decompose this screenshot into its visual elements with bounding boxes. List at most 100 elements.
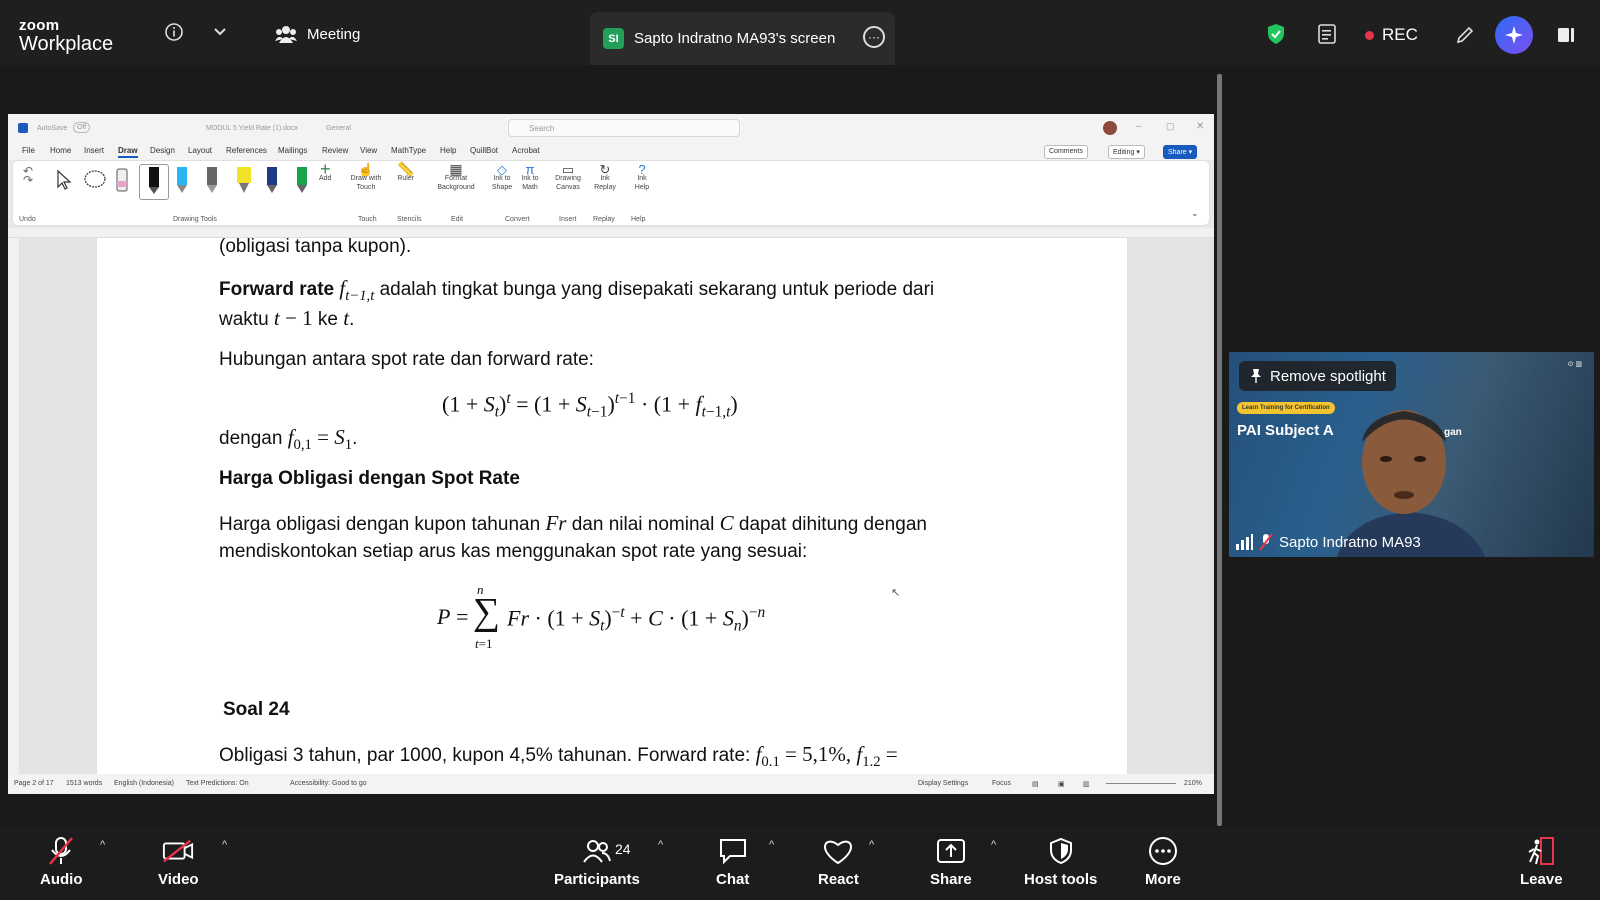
collapse-ribbon-icon[interactable]: ⌄ <box>1191 209 1199 218</box>
minimize-icon[interactable]: – <box>1136 121 1142 132</box>
ink-replay-button[interactable]: ↻ Ink Replay <box>593 163 617 192</box>
menu-home[interactable]: Home <box>50 146 71 155</box>
lasso-tool[interactable] <box>83 169 107 194</box>
math-fr: Fr <box>545 511 567 535</box>
menu-help[interactable]: Help <box>440 146 456 155</box>
menu-file[interactable]: File <box>22 146 35 155</box>
menu-insert[interactable]: Insert <box>84 146 104 155</box>
menu-draw[interactable]: Draw <box>118 146 138 158</box>
add-pen-button[interactable]: + Add <box>319 160 331 183</box>
security-shield-icon[interactable] <box>1266 24 1286 44</box>
participant-video-tile[interactable]: Remove spotlight ⊙ ▥ Learn Training for … <box>1229 352 1594 557</box>
participant-name-bar: Sapto Indratno MA93 <box>1235 533 1421 551</box>
pen-black-icon <box>149 167 159 194</box>
screen-share-tab[interactable]: SI Sapto Indratno MA93's screen ··· <box>590 12 895 65</box>
editing-mode-button[interactable]: Editing ▾ <box>1108 145 1145 159</box>
react-button[interactable]: React <box>818 835 859 888</box>
rec-label: REC <box>1382 25 1418 44</box>
menu-acrobat[interactable]: Acrobat <box>512 146 540 155</box>
share-screen-button[interactable]: Share <box>930 835 972 888</box>
react-caret-icon[interactable]: ^ <box>869 839 874 851</box>
remove-spotlight-button[interactable]: Remove spotlight <box>1239 361 1396 391</box>
draw-ribbon: ↶ ↷ Undo + Add Drawing Tools ☝ Draw with To… <box>12 160 1210 226</box>
draw-with-touch-button[interactable]: ☝ Draw with Touch <box>349 163 383 192</box>
menu-references[interactable]: References <box>226 146 267 155</box>
pencil-gray[interactable] <box>205 165 219 198</box>
pen-green[interactable] <box>295 165 309 198</box>
highlighter-yellow[interactable] <box>235 165 253 198</box>
menu-review[interactable]: Review <box>322 146 348 155</box>
print-layout-icon[interactable]: ▣ <box>1058 780 1065 788</box>
menu-view[interactable]: View <box>360 146 377 155</box>
status-page[interactable]: Page 2 of 17 <box>14 780 54 787</box>
share-screen-icon <box>935 835 967 867</box>
status-display-settings[interactable]: Display Settings <box>918 780 968 787</box>
ink-to-shape-button[interactable]: ◇ Ink to Shape <box>491 163 513 192</box>
status-zoom-level[interactable]: 210% <box>1184 780 1202 787</box>
maximize-icon[interactable]: ▢ <box>1166 121 1175 132</box>
chat-caret-icon[interactable]: ^ <box>769 839 774 851</box>
status-language[interactable]: English (Indonesia) <box>114 780 174 787</box>
read-mode-icon[interactable]: ▤ <box>1032 780 1039 788</box>
pen-cyan[interactable] <box>175 165 189 198</box>
status-words[interactable]: 1513 words <box>66 780 102 787</box>
close-icon[interactable]: ✕ <box>1196 121 1204 132</box>
format-background-button[interactable]: ▦ Format Background <box>433 162 479 192</box>
recording-indicator[interactable]: REC <box>1365 25 1418 45</box>
search-input[interactable]: Search <box>508 119 740 137</box>
pen-navy[interactable] <box>265 165 279 198</box>
chat-button[interactable]: Chat <box>716 835 749 888</box>
menu-layout[interactable]: Layout <box>188 146 212 155</box>
status-focus[interactable]: Focus <box>992 780 1011 787</box>
select-tool[interactable] <box>55 169 73 194</box>
zoom-slider[interactable] <box>1106 783 1176 784</box>
ke-text: ke <box>312 309 344 330</box>
leave-button[interactable]: Leave <box>1520 835 1563 888</box>
menu-design[interactable]: Design <box>150 146 175 155</box>
annotate-pencil-icon[interactable] <box>1455 25 1475 45</box>
menu-mathtype[interactable]: MathType <box>391 146 426 155</box>
ruler-button[interactable]: 📏 Ruler <box>397 162 414 183</box>
shared-screen-scrollbar[interactable] <box>1217 74 1222 826</box>
summary-icon[interactable] <box>1317 24 1337 44</box>
menu-quillbot[interactable]: QuillBot <box>470 146 498 155</box>
share-caret-icon[interactable]: ^ <box>991 839 996 851</box>
side-panel-icon[interactable] <box>1556 25 1576 45</box>
autosave-toggle[interactable]: Off <box>73 122 91 133</box>
meeting-button[interactable]: Meeting <box>275 25 360 43</box>
comments-button[interactable]: Comments <box>1044 145 1088 159</box>
video-caret-icon[interactable]: ^ <box>222 839 227 851</box>
word-share-button[interactable]: Share ▾ <box>1163 145 1198 159</box>
ai-companion-button[interactable] <box>1495 16 1533 54</box>
user-avatar[interactable] <box>1103 121 1117 135</box>
participants-caret-icon[interactable]: ^ <box>658 839 663 851</box>
status-accessibility[interactable]: Accessibility: Good to go <box>290 780 367 787</box>
ink-help-button[interactable]: ? Ink Help <box>630 163 654 192</box>
ink-to-math-button[interactable]: π Ink to Math <box>519 163 541 192</box>
web-layout-icon[interactable]: ▥ <box>1083 780 1090 788</box>
shared-screen: AutoSave Off MODUL 5 Yield Rate (1).docx… <box>8 114 1214 794</box>
sparkle-icon <box>1505 26 1523 44</box>
status-predictions[interactable]: Text Predictions: On <box>186 780 249 787</box>
dengan-text: dengan <box>219 428 288 449</box>
info-icon[interactable] <box>164 22 184 42</box>
audio-button[interactable]: Audio <box>40 835 83 888</box>
chevron-down-icon[interactable] <box>210 22 230 42</box>
host-tools-button[interactable]: Host tools <box>1024 835 1097 888</box>
eraser-tool[interactable] <box>115 167 129 196</box>
participants-button[interactable]: 24 Participants <box>554 835 640 888</box>
drawing-canvas-button[interactable]: ▭ Drawing Canvas <box>553 163 583 192</box>
sensitivity-label[interactable]: General <box>326 125 351 132</box>
undo-icon[interactable]: ↶ ↷ <box>23 165 33 186</box>
host-shield-icon <box>1045 835 1077 867</box>
document-page[interactable]: (obligasi tanpa kupon). Forward rate ft−… <box>97 238 1127 774</box>
more-options-icon[interactable]: ··· <box>863 26 885 48</box>
video-off-icon <box>162 835 194 867</box>
video-button[interactable]: Video <box>158 835 199 888</box>
math-t: t <box>343 306 350 330</box>
audio-caret-icon[interactable]: ^ <box>100 839 105 851</box>
menu-mailings[interactable]: Mailings <box>278 146 307 155</box>
pen-black-selected[interactable] <box>139 164 169 200</box>
more-button[interactable]: More <box>1145 835 1181 888</box>
equation-spot-forward: (1 + St)t = (1 + St−1)t−1 · (1 + ft−1,t) <box>442 390 738 421</box>
